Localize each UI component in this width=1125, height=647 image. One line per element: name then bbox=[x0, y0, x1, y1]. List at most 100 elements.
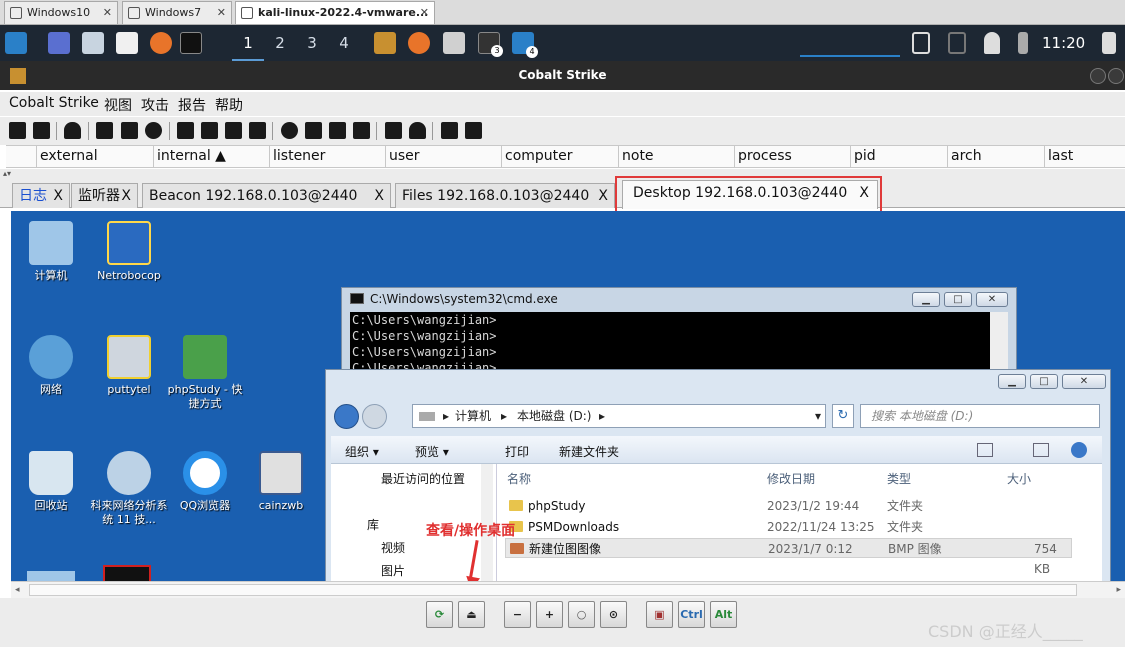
workspace-2[interactable]: 2 bbox=[264, 25, 296, 61]
credentials-icon[interactable] bbox=[177, 122, 194, 139]
column-external[interactable]: external bbox=[36, 146, 153, 167]
app-icon-partial[interactable] bbox=[103, 565, 151, 581]
mute-icon[interactable] bbox=[948, 32, 966, 54]
column-process[interactable]: process bbox=[734, 146, 850, 167]
close-button[interactable] bbox=[1108, 68, 1124, 84]
folder-icon-partial[interactable] bbox=[27, 571, 75, 581]
book-icon[interactable] bbox=[441, 122, 458, 139]
column-last[interactable]: last bbox=[1044, 146, 1125, 167]
menu-view[interactable]: 视图 bbox=[104, 95, 132, 115]
file-row[interactable]: phpStudy 2023/1/2 19:44 文件夹 bbox=[505, 496, 1072, 516]
terminal-task-icon[interactable]: 3 bbox=[478, 32, 503, 57]
view-only-toggle-button[interactable]: ⏏ bbox=[458, 601, 485, 628]
cobalt-strike-task-icon[interactable] bbox=[374, 32, 396, 54]
notification-bell-icon[interactable] bbox=[984, 32, 1000, 54]
zoom-reset-button[interactable]: ○ bbox=[568, 601, 595, 628]
address-bar[interactable]: ▸ 计算机 ▸ 本地磁盘 (D:) ▸ ▾ bbox=[412, 404, 826, 428]
vm-tab-kali[interactable]: kali-linux-2022.4-vmware... ✕ bbox=[235, 1, 435, 24]
link-icon[interactable] bbox=[385, 122, 402, 139]
headphones-icon[interactable] bbox=[64, 122, 81, 139]
vm-tab-windows7[interactable]: Windows7 ✕ bbox=[122, 1, 232, 24]
tab-close-button[interactable]: X bbox=[121, 184, 131, 208]
help-icon[interactable] bbox=[1071, 442, 1087, 458]
display-icon[interactable] bbox=[912, 32, 930, 54]
nav-pictures[interactable]: 图片 bbox=[381, 562, 405, 579]
minimize-button[interactable] bbox=[1090, 68, 1106, 84]
chevron-down-icon[interactable]: ▾ bbox=[815, 405, 821, 427]
script-console-icon[interactable] bbox=[353, 122, 370, 139]
desktop-icon-phpstudy[interactable]: phpStudy - 快捷方式 bbox=[165, 335, 245, 411]
terminal-icon[interactable] bbox=[180, 32, 202, 54]
column-pid[interactable]: pid bbox=[850, 146, 947, 167]
column-arch[interactable]: arch bbox=[947, 146, 1044, 167]
column-date-modified[interactable]: 修改日期 bbox=[767, 470, 815, 487]
desktop-icon-netrobocop[interactable]: Netrobocop bbox=[89, 221, 169, 283]
forward-button[interactable] bbox=[362, 404, 387, 429]
add-icon[interactable] bbox=[9, 122, 26, 139]
menu-help[interactable]: 帮助 bbox=[215, 95, 243, 115]
vm-tab-windows10[interactable]: Windows10 ✕ bbox=[4, 1, 118, 24]
scroll-right-icon[interactable]: ▸ bbox=[1116, 585, 1121, 595]
column-name[interactable]: 名称 bbox=[507, 470, 531, 487]
tab-files[interactable]: Files 192.168.0.103@2440 X bbox=[395, 183, 615, 208]
collapse-arrows-icon[interactable]: ▴▾ bbox=[3, 169, 11, 178]
desktop-icon-puttytel[interactable]: puttytel bbox=[89, 335, 169, 397]
screenshot-button[interactable]: ▣ bbox=[646, 601, 673, 628]
nav-recent-places[interactable]: 最近访问的位置 bbox=[381, 470, 465, 487]
menu-cobalt-strike[interactable]: Cobalt Strike bbox=[9, 95, 99, 111]
screenshot-icon[interactable] bbox=[249, 122, 266, 139]
minimize-button[interactable]: ▁ bbox=[998, 374, 1026, 389]
editor-task-icon[interactable] bbox=[443, 32, 465, 54]
cloud-icon[interactable] bbox=[409, 122, 426, 139]
tab-listeners[interactable]: 监听器 X bbox=[71, 183, 138, 208]
zoom-in-button[interactable]: + bbox=[536, 601, 563, 628]
desktop-icon-colasoft[interactable]: 科来网络分析系统 11 技... bbox=[89, 451, 169, 527]
close-button[interactable]: ✕ bbox=[1062, 374, 1106, 389]
desktop-icon-recycle-bin[interactable]: 回收站 bbox=[11, 451, 91, 513]
column-size[interactable]: 大小 bbox=[1007, 470, 1031, 487]
new-folder-button[interactable]: 新建文件夹 bbox=[559, 443, 619, 460]
refresh-desktop-button[interactable]: ⟳ bbox=[426, 601, 453, 628]
column-type[interactable]: 类型 bbox=[887, 470, 911, 487]
remote-desktop-view[interactable]: 计算机 Netrobocop 网络 puttytel phpStudy - 快捷… bbox=[11, 211, 1125, 581]
tab-log[interactable]: 日志 X bbox=[12, 183, 70, 208]
file-manager-icon[interactable] bbox=[82, 32, 104, 54]
breadcrumb-computer[interactable]: 计算机 bbox=[455, 405, 491, 427]
target-icon[interactable] bbox=[145, 122, 162, 139]
cmd-output[interactable]: C:\Users\wangzijian> C:\Users\wangzijian… bbox=[350, 312, 990, 376]
file-row-selected[interactable]: 新建位图图像 2023/1/7 0:12 BMP 图像 754 KB bbox=[505, 538, 1072, 576]
organize-button[interactable]: 组织 ▾ bbox=[345, 443, 379, 460]
print-button[interactable]: 打印 bbox=[505, 443, 529, 460]
split-pane-divider[interactable]: ▴▾ bbox=[0, 169, 1125, 180]
lock-icon[interactable] bbox=[1102, 32, 1116, 54]
text-editor-icon[interactable] bbox=[116, 32, 138, 54]
document-icon[interactable] bbox=[329, 122, 346, 139]
cmd-scrollbar[interactable] bbox=[990, 312, 1008, 376]
key-icon[interactable] bbox=[225, 122, 242, 139]
firefox-task-icon[interactable] bbox=[408, 32, 430, 54]
maximize-button[interactable]: □ bbox=[1030, 374, 1058, 389]
minimize-button[interactable]: ▁ bbox=[912, 292, 940, 307]
workspace-1[interactable]: 1 bbox=[232, 25, 264, 61]
ctrl-key-button[interactable]: Ctrl bbox=[678, 601, 705, 628]
tab-beacon[interactable]: Beacon 192.168.0.103@2440 X bbox=[142, 183, 391, 208]
tab-close-button[interactable]: X bbox=[598, 184, 608, 208]
window-task-icon[interactable]: 4 bbox=[512, 32, 538, 58]
column-listener[interactable]: listener bbox=[269, 146, 385, 167]
scroll-left-icon[interactable]: ◂ bbox=[15, 585, 20, 595]
cmd-window[interactable]: C:\Windows\system32\cmd.exe ▁ □ ✕ C:\Use… bbox=[341, 287, 1017, 376]
close-button[interactable]: ✕ bbox=[976, 292, 1008, 307]
close-icon[interactable]: ✕ bbox=[103, 2, 112, 24]
close-icon[interactable]: ✕ bbox=[420, 2, 429, 24]
nav-videos[interactable]: 视频 bbox=[381, 539, 405, 556]
preview-pane-icon[interactable] bbox=[1033, 443, 1049, 457]
preview-button[interactable]: 预览 ▾ bbox=[415, 443, 449, 460]
column-note[interactable]: note bbox=[618, 146, 734, 167]
explorer-window[interactable]: ▁ □ ✕ ▸ 计算机 ▸ 本地磁盘 (D:) ▸ ▾ ↻ 搜索 本地磁盘 (D… bbox=[325, 369, 1111, 581]
close-icon[interactable]: ✕ bbox=[217, 2, 226, 24]
scroll-thumb[interactable] bbox=[29, 584, 1077, 596]
tab-close-button[interactable]: X bbox=[374, 184, 384, 208]
workspace-3[interactable]: 3 bbox=[296, 25, 328, 61]
menu-report[interactable]: 报告 bbox=[178, 95, 206, 115]
coffee-icon[interactable] bbox=[305, 122, 322, 139]
